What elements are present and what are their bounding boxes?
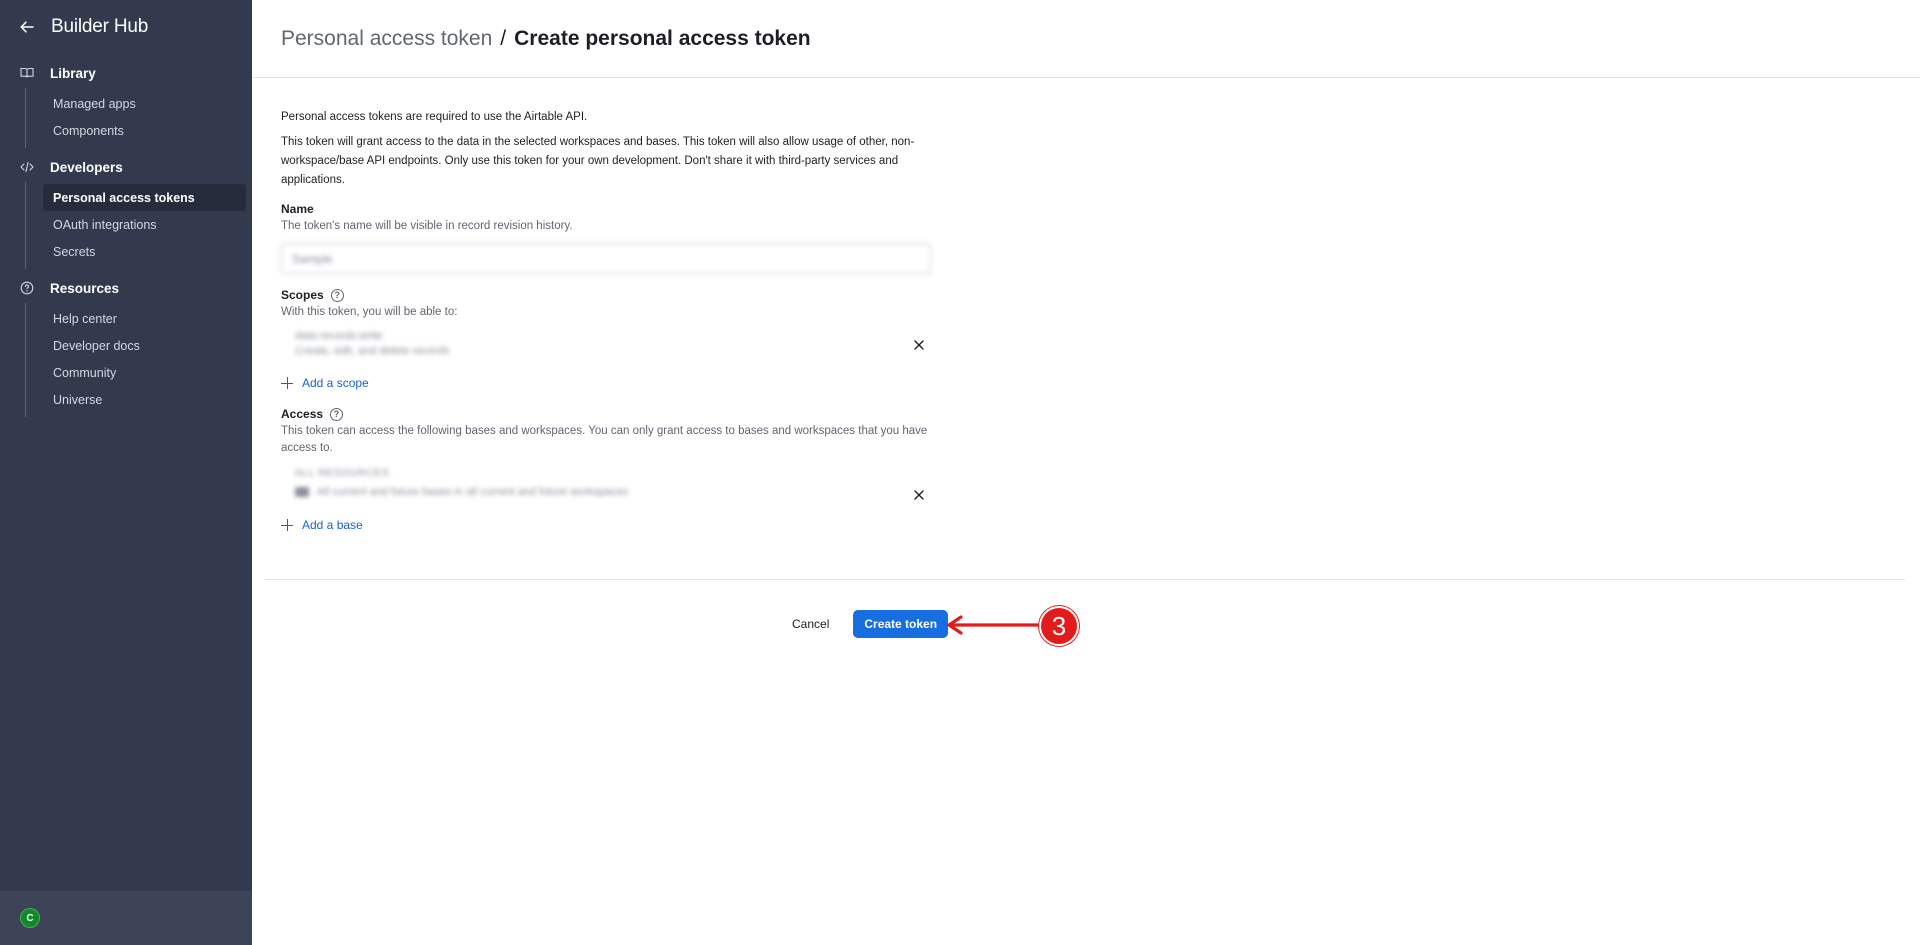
page-title: Create personal access token [514,26,811,50]
name-help: The token's name will be visible in reco… [281,220,573,232]
sidebar-item-secrets[interactable]: Secrets [26,238,246,265]
sidebar-footer: C [0,891,252,945]
breadcrumb-separator: / [500,26,507,50]
sidebar-item-oauth-integrations[interactable]: OAuth integrations [26,211,246,238]
access-title: ALL RESOURCES [295,467,390,479]
avatar[interactable]: C [20,908,40,928]
remove-scope-close-icon[interactable] [911,337,927,353]
app-title: Builder Hub [51,16,149,37]
token-form: Personal access tokens are required to u… [281,108,933,535]
help-icon[interactable]: ? [330,407,344,421]
step-marker: 3 [1039,606,1079,646]
access-help: This token can access the following base… [281,425,928,454]
breadcrumb-parent[interactable]: Personal access token [281,27,492,51]
name-label-row: Name [281,202,933,216]
sidebar: Builder Hub Library Managed apps Compone… [0,0,252,945]
sidebar-section-library: Library Managed apps Components [0,58,252,148]
sidebar-section-resources: Resources Help center Developer docs Com… [0,273,252,417]
intro-warning: This token will grant access to the data… [281,136,915,186]
footer-divider [265,579,1905,580]
sidebar-item-universe[interactable]: Universe [26,386,246,413]
help-circle-icon [20,281,34,295]
back-arrow-icon[interactable] [18,18,36,36]
scopes-help: With this token, you will be able to: [281,306,458,318]
scope-description: Create, edit, and delete records [295,345,450,357]
sidebar-items: Managed apps Components [25,88,252,148]
scope-item: data.records:write Create, edit, and del… [281,325,933,369]
access-label-row: Access ? [281,407,933,421]
sidebar-item-developer-docs[interactable]: Developer docs [26,332,246,359]
main-content: Personal access token / Create personal … [252,0,1920,945]
sidebar-section-head[interactable]: Developers [0,152,252,182]
add-scope-button[interactable]: Add a scope [281,373,933,393]
sidebar-item-personal-access-tokens[interactable]: Personal access tokens [43,184,246,211]
access-label: Access [281,407,324,421]
sidebar-section-label: Resources [50,280,120,296]
sidebar-items: Personal access tokens OAuth integration… [25,182,252,269]
sidebar-header: Builder Hub [0,0,252,54]
scopes-label: Scopes [281,288,324,302]
plus-icon [281,377,293,389]
access-description: All current and future bases in all curr… [317,486,629,498]
sidebar-section-developers: Developers Personal access tokens OAuth … [0,152,252,269]
sidebar-item-community[interactable]: Community [26,359,246,386]
sidebar-section-head[interactable]: Library [0,58,252,88]
add-scope-label: Add a scope [302,376,369,390]
code-icon [20,160,34,174]
plus-icon [281,519,293,531]
access-description-row: All current and future bases in all curr… [295,481,933,503]
help-icon[interactable]: ? [330,288,344,302]
intro-text: Personal access tokens are required to u… [281,111,588,123]
scopes-label-row: Scopes ? [281,288,933,302]
sidebar-section-label: Library [50,65,96,81]
sidebar-items: Help center Developer docs Community Uni… [25,303,252,417]
name-label: Name [281,202,314,216]
workspace-icon [295,487,309,497]
access-item: ALL RESOURCES All current and future bas… [281,461,933,513]
sidebar-section-head[interactable]: Resources [0,273,252,303]
cancel-button[interactable]: Cancel [780,610,841,638]
remove-access-close-icon[interactable] [911,487,927,503]
add-base-label: Add a base [302,518,363,532]
scope-name: data.records:write [295,330,383,342]
breadcrumb: Personal access token / Create personal … [252,0,1920,78]
sidebar-item-managed-apps[interactable]: Managed apps [26,90,246,117]
create-token-button[interactable]: Create token [853,610,949,638]
sidebar-item-help-center[interactable]: Help center [26,305,246,332]
book-icon [20,66,34,80]
sidebar-item-components[interactable]: Components [26,117,246,144]
name-input[interactable] [281,243,931,274]
sidebar-section-label: Developers [50,159,123,175]
add-base-button[interactable]: Add a base [281,515,933,535]
form-actions: Cancel Create token [780,610,949,638]
